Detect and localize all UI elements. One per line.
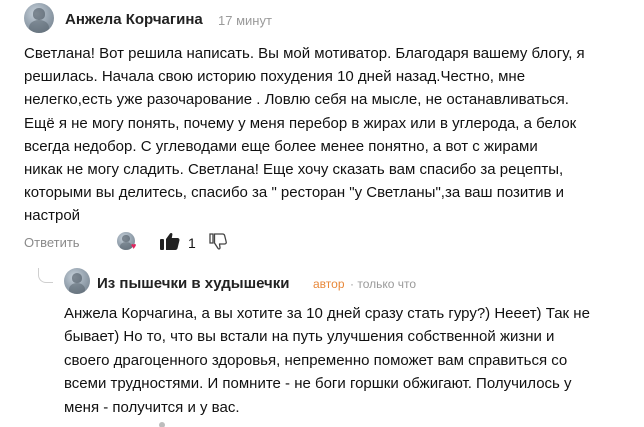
comment-actions: Ответить ♥ 1: [24, 232, 324, 254]
reply-thread-line: [38, 268, 53, 283]
comment-text: Светлана! Вот решила написать. Вы мой мо…: [24, 45, 585, 225]
avatar-commenter[interactable]: [24, 3, 54, 33]
reply-text: Анжела Корчагина, а вы хотите за 10 дней…: [64, 305, 590, 416]
heart-icon: ♥: [131, 241, 137, 251]
thumbs-down-icon[interactable]: [209, 233, 227, 255]
author-badge: автор: [313, 277, 345, 291]
like-count: 1: [188, 235, 196, 251]
reply-button[interactable]: Ответить: [24, 235, 80, 250]
avatar-author[interactable]: [64, 268, 90, 294]
reply-author[interactable]: Из пышечки в худышечки: [97, 275, 289, 292]
reply-time: · только что: [350, 277, 417, 291]
comment-author[interactable]: Анжела Корчагина: [65, 11, 203, 28]
thumbs-up-icon[interactable]: [160, 232, 180, 255]
reply-actions-partial: [64, 418, 264, 427]
comment-time: 17 минут: [218, 13, 272, 28]
